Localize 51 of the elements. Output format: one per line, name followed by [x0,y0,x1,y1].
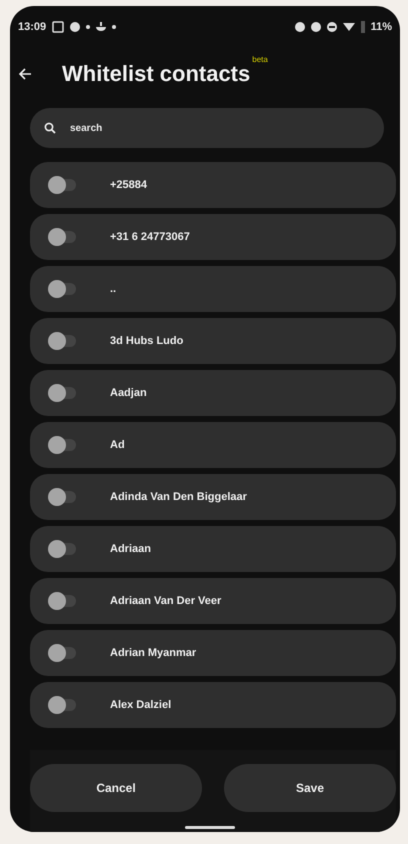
cancel-button[interactable]: Cancel [30,764,202,812]
home-indicator [185,826,235,829]
dot-icon [112,25,116,29]
contact-row[interactable]: .. [30,266,396,312]
toggle-switch[interactable] [50,595,76,607]
contact-name: Adinda Van Den Biggelaar [110,491,247,503]
back-arrow-icon[interactable] [18,67,32,81]
contact-name: Alex Dalziel [110,699,172,711]
contact-row[interactable]: +25884 [30,162,396,208]
page-title: Whitelist contacts [62,61,250,87]
contact-name: Adrian Myanmar [110,647,196,659]
toggle-switch[interactable] [50,231,76,243]
save-button[interactable]: Save [224,764,396,812]
contact-name: 3d Hubs Ludo [110,335,184,347]
contact-name: Adriaan Van Der Veer [110,595,222,607]
contact-name: Aadjan [110,387,147,399]
contact-row[interactable]: Alex Dalziel [30,682,396,728]
toggle-switch[interactable] [50,647,76,659]
battery-percent: 11% [370,21,392,33]
contact-row[interactable]: Aadjan [30,370,396,416]
contact-name: Ad [110,439,125,451]
contact-name: +31 6 24773067 [110,231,190,243]
beta-label: beta [252,55,268,64]
wifi-icon [342,23,355,31]
toggle-switch[interactable] [50,491,76,503]
search-field[interactable]: search [30,108,384,148]
toggle-switch[interactable] [50,387,76,399]
calendar-icon [52,21,64,33]
toggle-switch[interactable] [50,179,76,191]
toggle-switch[interactable] [50,283,76,295]
toggle-switch[interactable] [50,335,76,347]
contact-row[interactable]: +31 6 24773067 [30,214,396,260]
toggle-switch[interactable] [50,543,76,555]
contact-row[interactable]: Adrian Myanmar [30,630,396,676]
contact-name: Adriaan [110,543,151,555]
contact-row[interactable]: Adinda Van Den Biggelaar [30,474,396,520]
bowl-icon [96,22,106,32]
contact-row[interactable]: 3d Hubs Ludo [30,318,396,364]
circle-icon [70,22,80,32]
toggle-switch[interactable] [50,699,76,711]
contact-row[interactable]: Ad [30,422,396,468]
do-not-disturb-icon [326,22,337,32]
contact-name: +25884 [110,179,148,191]
signal-icon [360,21,365,33]
status-time: 13:09 [18,21,46,33]
toggle-switch[interactable] [50,439,76,451]
contact-name: .. [110,283,116,295]
contact-row[interactable]: Adriaan [30,526,396,572]
contact-row[interactable]: Adriaan Van Der Veer [30,578,396,624]
search-icon [44,122,56,134]
dot-icon [86,25,90,29]
